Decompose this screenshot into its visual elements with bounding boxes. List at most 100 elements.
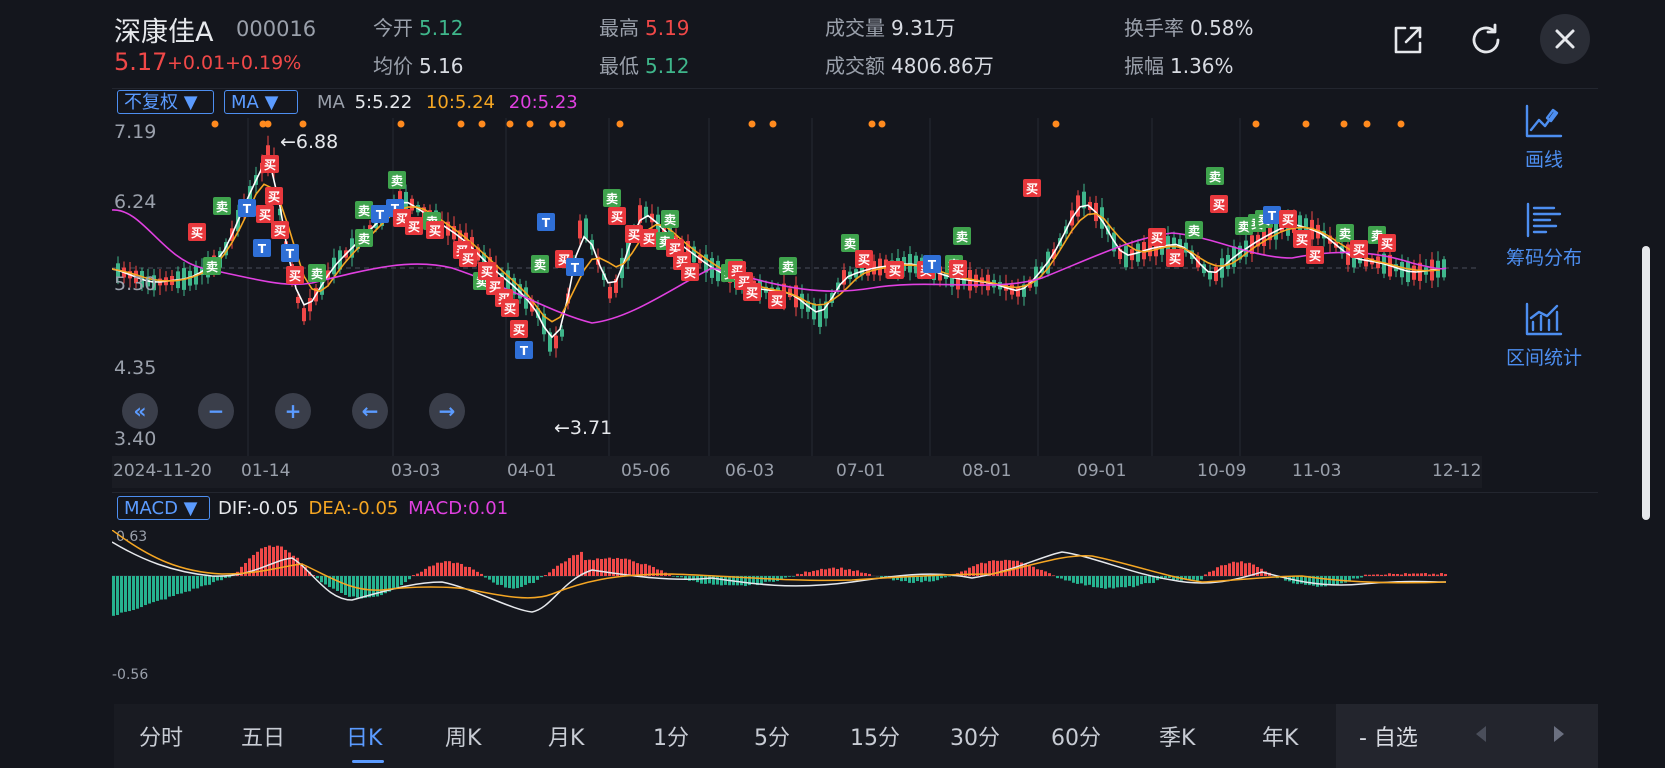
tab-5min[interactable]: 5分 <box>754 720 790 752</box>
tab-monthly-k[interactable]: 月K <box>548 720 584 752</box>
tab-1min[interactable]: 1分 <box>653 720 689 752</box>
macd-chart[interactable] <box>112 530 1482 682</box>
buy-marker[interactable]: 买 <box>188 223 206 241</box>
refresh-button[interactable] <box>1462 16 1510 64</box>
indicator-selector[interactable]: MA ▼ <box>224 90 298 114</box>
buy-marker[interactable]: 买 <box>1306 246 1324 264</box>
sell-marker[interactable]: 卖 <box>779 257 797 275</box>
zoom-in-button[interactable]: + <box>275 393 311 429</box>
buy-marker[interactable]: 买 <box>271 221 289 239</box>
macd-bar <box>1384 574 1387 576</box>
buy-marker[interactable]: 买 <box>768 291 786 309</box>
zoom-out-button[interactable]: − <box>198 393 234 429</box>
rewind-button[interactable]: « <box>122 393 158 429</box>
buy-marker[interactable]: 买 <box>1378 234 1396 252</box>
buy-marker[interactable]: 买 <box>256 205 274 223</box>
adjust-selector[interactable]: 不复权 ▼ <box>117 90 214 114</box>
tab-scroll-left-button[interactable] <box>1474 724 1488 748</box>
buy-marker[interactable]: 买 <box>1350 240 1368 258</box>
candlestick-chart[interactable]: 买卖卖T买买买买TT买卖卖卖卖TT买买卖买买买卖买买买买买TT卖买T卖买买买卖卖… <box>112 118 1482 456</box>
macd-bar <box>432 565 435 576</box>
sell-marker[interactable]: 卖 <box>388 171 406 189</box>
tab-30min[interactable]: 30分 <box>950 720 1000 752</box>
buy-marker[interactable]: 买 <box>1210 195 1228 213</box>
sell-marker[interactable]: 卖 <box>213 197 231 215</box>
tab-yearly-k[interactable]: 年K <box>1262 720 1298 752</box>
t-marker[interactable]: T <box>281 244 299 262</box>
scroll-left-button[interactable]: ← <box>352 393 388 429</box>
macd-selector[interactable]: MACD ▼ <box>117 496 210 520</box>
tab-scroll-right-button[interactable] <box>1552 724 1566 748</box>
buy-marker[interactable]: 买 <box>1148 228 1166 246</box>
macd-bar <box>320 576 323 583</box>
sell-marker[interactable]: 卖 <box>1336 224 1354 242</box>
sell-marker[interactable]: 卖 <box>841 234 859 252</box>
buy-marker[interactable]: 买 <box>405 217 423 235</box>
sell-marker[interactable]: 卖 <box>953 227 971 245</box>
buy-marker[interactable]: 买 <box>501 299 519 317</box>
signal-dot <box>1252 120 1260 128</box>
buy-marker[interactable]: 买 <box>640 229 658 247</box>
t-marker[interactable]: T <box>566 258 584 276</box>
buy-marker[interactable]: 买 <box>265 187 283 205</box>
tab-15min[interactable]: 15分 <box>850 720 900 752</box>
buy-marker[interactable]: 买 <box>608 207 626 225</box>
tab-five-day[interactable]: 五日 <box>241 720 285 752</box>
sell-marker[interactable]: 卖 <box>355 201 373 219</box>
close-button[interactable] <box>1540 14 1590 64</box>
side-tool-chip-distribution[interactable]: 筹码分布 <box>1482 202 1606 270</box>
buy-marker[interactable]: 买 <box>886 261 904 279</box>
buy-marker[interactable]: 买 <box>286 266 304 284</box>
macd-bar <box>476 571 479 576</box>
t-marker[interactable]: T <box>537 213 555 231</box>
signal-dot <box>868 120 876 128</box>
sell-marker[interactable]: 卖 <box>531 255 549 273</box>
buy-marker[interactable]: 买 <box>1166 249 1184 267</box>
macd-bar <box>260 548 263 576</box>
buy-marker[interactable]: 买 <box>261 155 279 173</box>
scroll-right-button[interactable]: → <box>429 393 465 429</box>
sell-marker[interactable]: 卖 <box>203 257 221 275</box>
buy-marker[interactable]: 买 <box>459 249 477 267</box>
tab-daily-k[interactable]: 日K <box>346 720 382 752</box>
candle-body <box>1016 286 1020 297</box>
sell-marker[interactable]: 卖 <box>355 229 373 247</box>
external-link-button[interactable] <box>1384 16 1432 64</box>
signal-dot <box>397 120 405 128</box>
tab-weekly-k[interactable]: 周K <box>445 720 481 752</box>
macd-bar <box>1356 576 1359 579</box>
side-tool-range-stats[interactable]: 区间统计 <box>1482 302 1606 370</box>
tab-quarterly-k[interactable]: 季K <box>1159 720 1195 752</box>
t-marker[interactable]: T <box>238 199 256 217</box>
macd-bar <box>420 571 423 576</box>
sell-marker[interactable]: 卖 <box>661 210 679 228</box>
sell-marker[interactable]: 卖 <box>1206 167 1224 185</box>
buy-marker[interactable]: 买 <box>1279 210 1297 228</box>
buy-marker[interactable]: 买 <box>510 320 528 338</box>
side-tool-draw-line[interactable]: 画线 <box>1482 104 1606 172</box>
signal-dot <box>478 120 486 128</box>
tab-intraday[interactable]: 分时 <box>139 720 183 752</box>
macd-bar <box>136 576 139 609</box>
svg-text:买: 买 <box>462 252 474 266</box>
t-marker[interactable]: T <box>1263 206 1281 224</box>
buy-marker[interactable]: 买 <box>855 250 873 268</box>
buy-marker[interactable]: 买 <box>1293 230 1311 248</box>
buy-marker[interactable]: 买 <box>949 260 967 278</box>
buy-marker[interactable]: 买 <box>743 283 761 301</box>
sell-marker[interactable]: 卖 <box>603 189 621 207</box>
t-marker[interactable]: T <box>515 341 533 359</box>
macd-bar <box>1100 576 1103 589</box>
buy-marker[interactable]: 买 <box>681 263 699 281</box>
t-marker[interactable]: T <box>253 239 271 257</box>
macd-bar <box>1104 576 1107 589</box>
buy-marker[interactable]: 买 <box>426 221 444 239</box>
vertical-scrollbar[interactable] <box>1642 246 1650 520</box>
sell-marker[interactable]: 卖 <box>1185 221 1203 239</box>
t-marker[interactable]: T <box>923 255 941 273</box>
buy-marker[interactable]: 买 <box>1023 179 1041 197</box>
macd-bar <box>504 576 507 588</box>
tab-custom[interactable]: - 自选 <box>1359 720 1418 752</box>
tab-60min[interactable]: 60分 <box>1051 720 1101 752</box>
sell-marker[interactable]: 卖 <box>308 264 326 282</box>
